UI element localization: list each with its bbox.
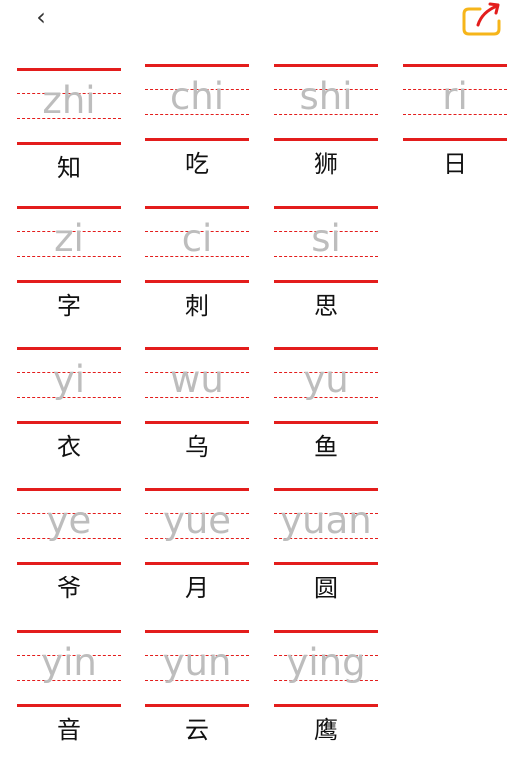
pinyin-card-ci[interactable]: ci 刺 bbox=[145, 206, 249, 346]
share-icon bbox=[462, 2, 501, 36]
pinyin-card-wu[interactable]: wu 乌 bbox=[145, 347, 249, 487]
pinyin-writing-lines: chi bbox=[145, 64, 249, 142]
pinyin-text: chi bbox=[169, 75, 225, 118]
pinyin-card-ye[interactable]: ye 爷 bbox=[17, 488, 121, 628]
pinyin-card-yu[interactable]: yu 鱼 bbox=[274, 347, 378, 487]
pinyin-text: yin bbox=[41, 641, 97, 684]
pinyin-card-yi[interactable]: yi 衣 bbox=[17, 347, 121, 487]
hanzi-text: 云 bbox=[185, 716, 209, 744]
pinyin-text: yuan bbox=[280, 499, 372, 542]
pinyin-writing-lines: zhi bbox=[17, 68, 121, 146]
pinyin-writing-lines: yun bbox=[145, 630, 249, 708]
pinyin-card-ying[interactable]: ying 鹰 bbox=[274, 630, 378, 770]
pinyin-card-si[interactable]: si 思 bbox=[274, 206, 378, 346]
hanzi-text: 思 bbox=[314, 292, 338, 320]
pinyin-text: zi bbox=[54, 217, 84, 260]
pinyin-text: ying bbox=[286, 641, 366, 684]
hanzi-text: 吃 bbox=[185, 150, 209, 178]
hanzi-text: 爷 bbox=[57, 574, 81, 602]
pinyin-card-yue[interactable]: yue 月 bbox=[145, 488, 249, 628]
hanzi-text: 圆 bbox=[314, 574, 338, 602]
pinyin-writing-lines: yue bbox=[145, 488, 249, 566]
pinyin-writing-lines: yi bbox=[17, 347, 121, 425]
pinyin-card-zhi[interactable]: zhi 知 bbox=[17, 68, 121, 208]
pinyin-writing-lines: zi bbox=[17, 206, 121, 284]
pinyin-card-zi[interactable]: zi 字 bbox=[17, 206, 121, 346]
hanzi-text: 乌 bbox=[185, 433, 209, 461]
pinyin-writing-lines: ci bbox=[145, 206, 249, 284]
pinyin-text: ye bbox=[46, 499, 92, 542]
share-button[interactable] bbox=[460, 0, 504, 38]
hanzi-text: 日 bbox=[443, 150, 467, 178]
hanzi-text: 衣 bbox=[57, 433, 81, 461]
pinyin-writing-lines: yu bbox=[274, 347, 378, 425]
pinyin-writing-lines: ying bbox=[274, 630, 378, 708]
pinyin-card-yin[interactable]: yin 音 bbox=[17, 630, 121, 770]
pinyin-card-chi[interactable]: chi 吃 bbox=[145, 64, 249, 204]
pinyin-card-ri[interactable]: ri 日 bbox=[403, 64, 507, 204]
pinyin-text: yue bbox=[162, 499, 232, 542]
pinyin-text: si bbox=[311, 217, 341, 260]
pinyin-writing-lines: wu bbox=[145, 347, 249, 425]
hanzi-text: 鱼 bbox=[314, 433, 338, 461]
hanzi-text: 音 bbox=[57, 716, 81, 744]
pinyin-text: yi bbox=[52, 358, 86, 401]
pinyin-text: zhi bbox=[42, 79, 96, 122]
pinyin-writing-lines: yin bbox=[17, 630, 121, 708]
pinyin-text: shi bbox=[299, 75, 353, 118]
hanzi-text: 狮 bbox=[314, 150, 338, 178]
pinyin-text: yu bbox=[303, 358, 349, 401]
hanzi-text: 知 bbox=[57, 154, 81, 182]
pinyin-card-shi[interactable]: shi 狮 bbox=[274, 64, 378, 204]
hanzi-text: 鹰 bbox=[314, 716, 338, 744]
pinyin-writing-lines: si bbox=[274, 206, 378, 284]
pinyin-writing-lines: ye bbox=[17, 488, 121, 566]
pinyin-text: wu bbox=[170, 358, 224, 401]
hanzi-text: 字 bbox=[57, 292, 81, 320]
back-button[interactable]: ‹ bbox=[26, 2, 56, 32]
pinyin-card-yun[interactable]: yun 云 bbox=[145, 630, 249, 770]
pinyin-text: ci bbox=[181, 217, 213, 260]
hanzi-text: 月 bbox=[185, 574, 209, 602]
pinyin-text: ri bbox=[442, 75, 468, 118]
pinyin-text: yun bbox=[162, 641, 232, 684]
hanzi-text: 刺 bbox=[185, 292, 209, 320]
pinyin-writing-lines: ri bbox=[403, 64, 507, 142]
pinyin-writing-lines: shi bbox=[274, 64, 378, 142]
pinyin-writing-lines: yuan bbox=[274, 488, 378, 566]
pinyin-card-yuan[interactable]: yuan 圆 bbox=[274, 488, 378, 628]
